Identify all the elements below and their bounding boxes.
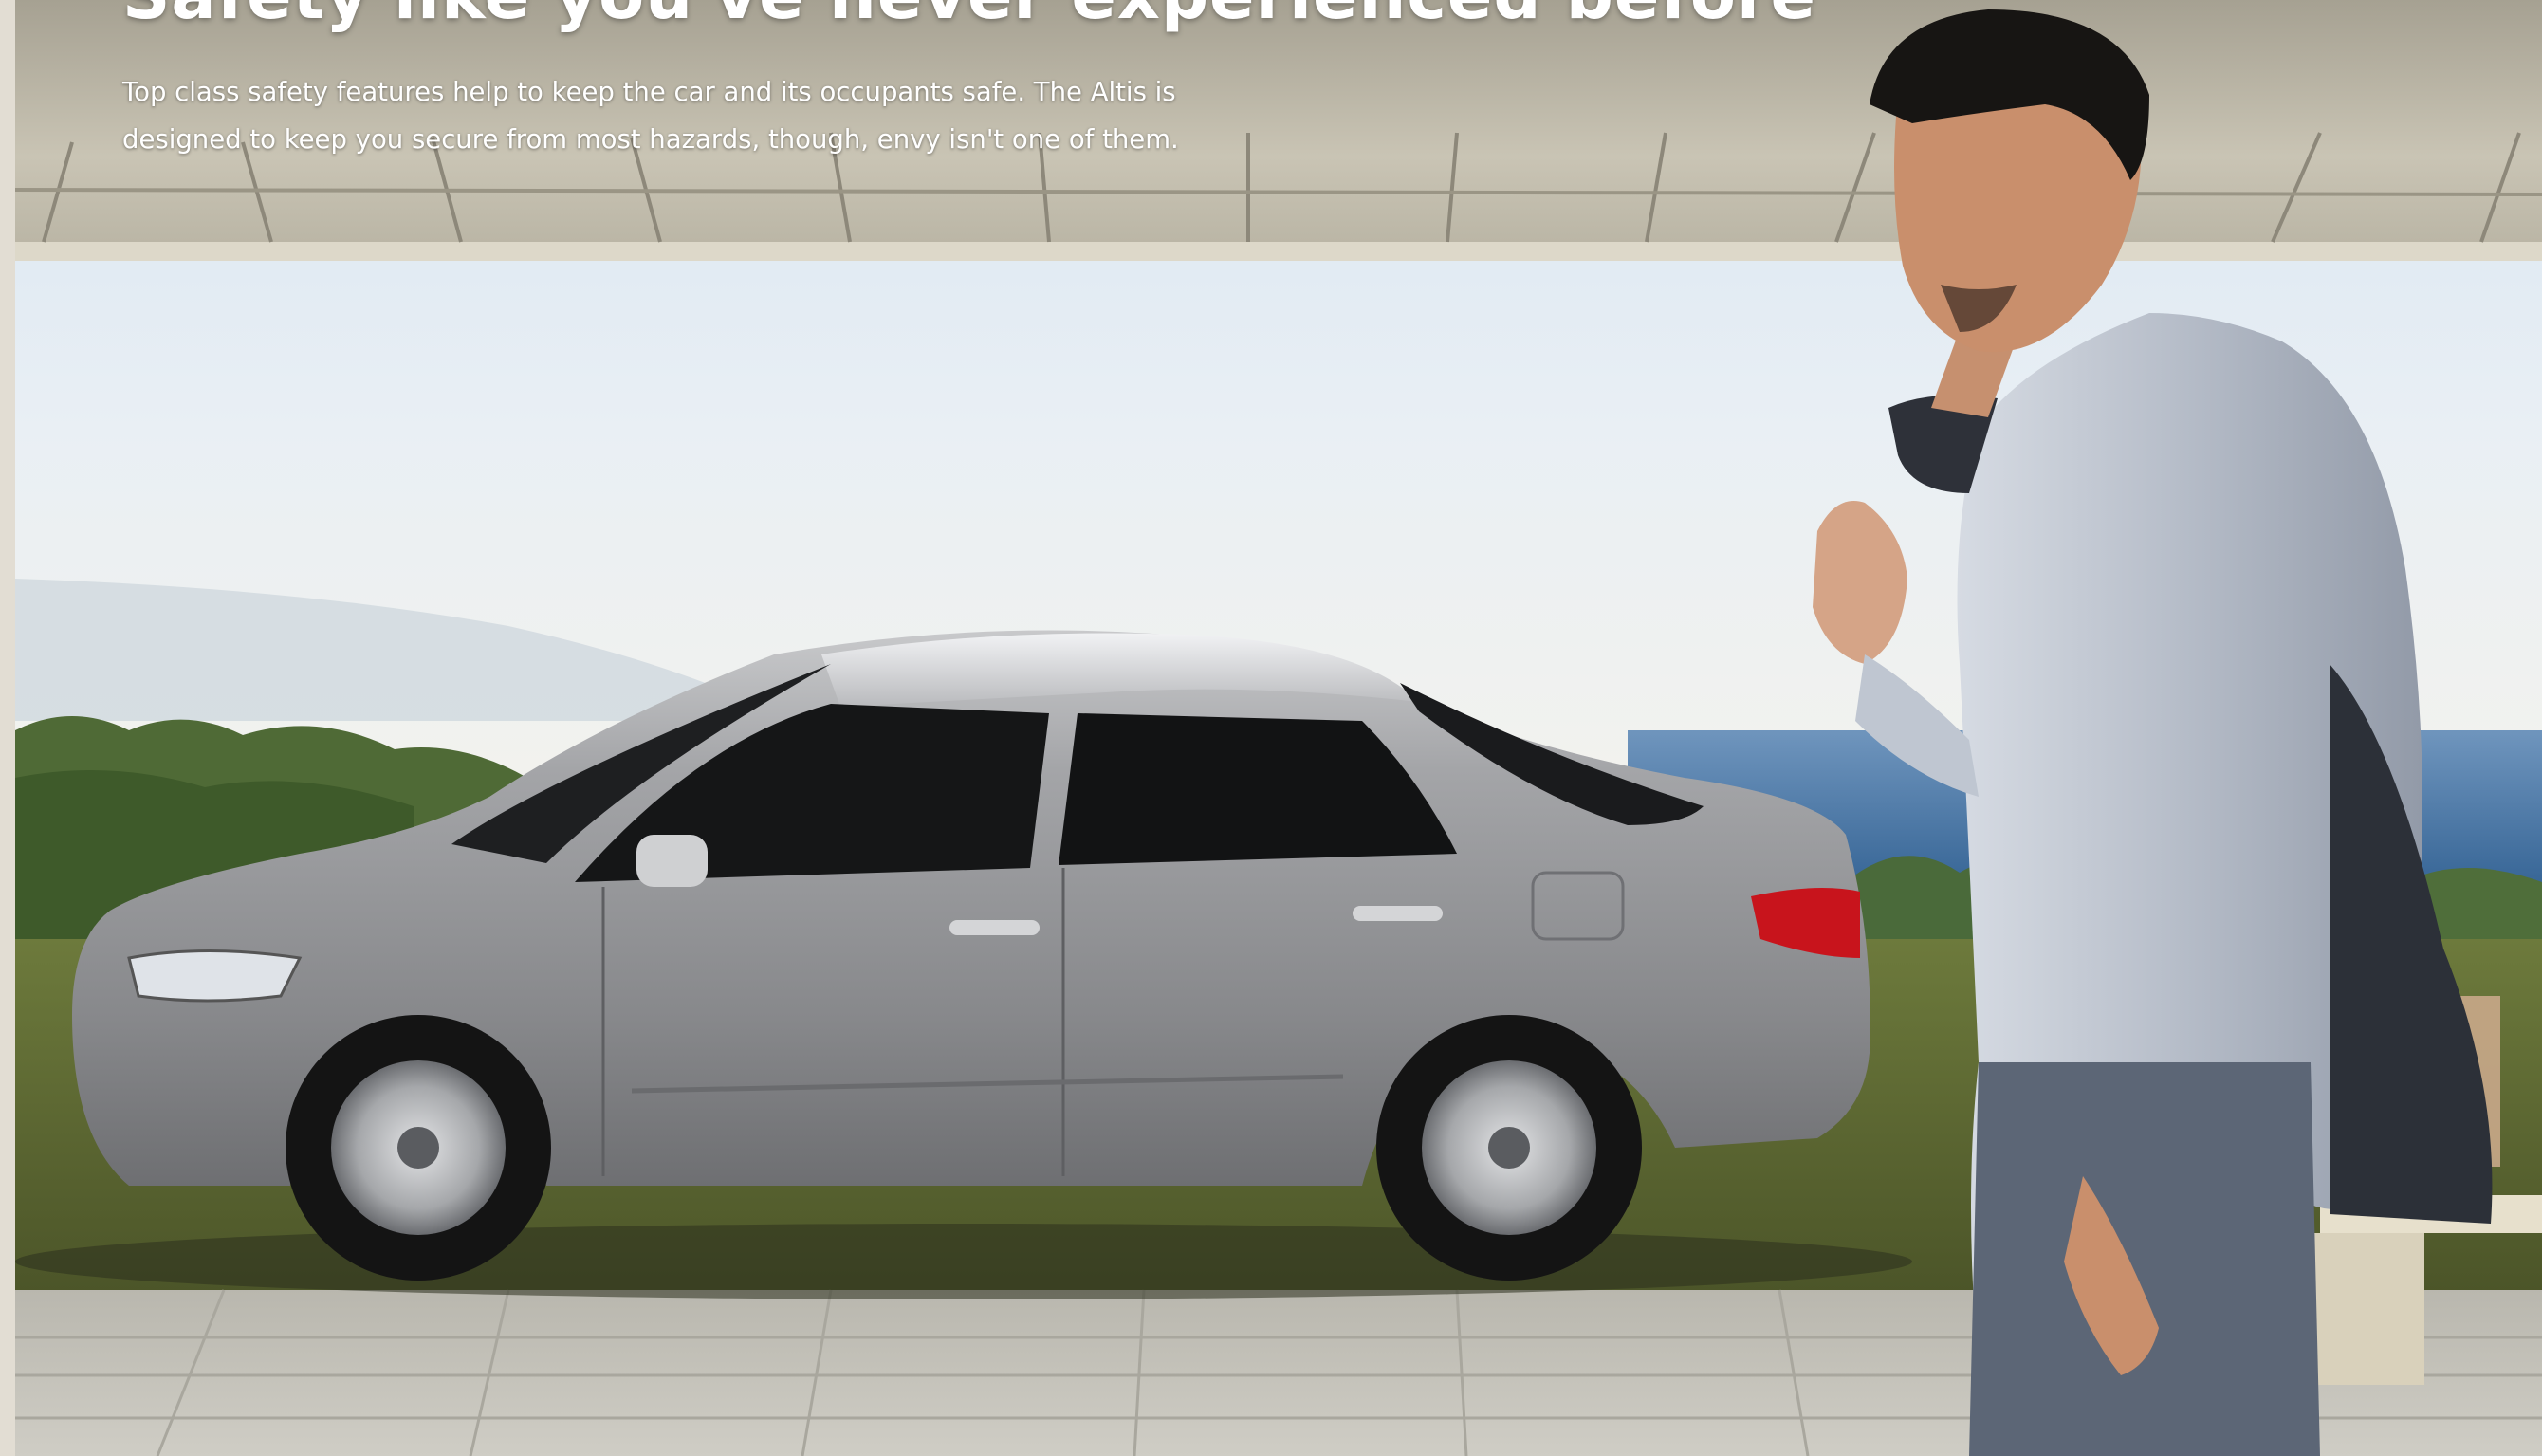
car-front-wheel (286, 1015, 551, 1281)
man-trousers (1969, 1062, 2320, 1456)
car-headlight (127, 949, 303, 1003)
pergola-beam (15, 242, 2542, 261)
hero-banner: Safety like you've never experienced bef… (0, 0, 2542, 1456)
hero-intro-text: Top class safety features help to keep t… (122, 77, 1179, 155)
car-shadow (15, 1224, 1912, 1299)
hero-headline: Safety like you've never experienced bef… (122, 0, 1816, 34)
hero-photo (14, 0, 2542, 1456)
car-side-mirror (636, 835, 708, 887)
left-page-margin (0, 0, 15, 1456)
hero-scene: Safety like you've never experienced bef… (14, 0, 2542, 1456)
car-rear-door-handle (1353, 906, 1443, 921)
car-rear-wheel (1376, 1015, 1642, 1281)
car-front-door-handle (949, 920, 1040, 935)
